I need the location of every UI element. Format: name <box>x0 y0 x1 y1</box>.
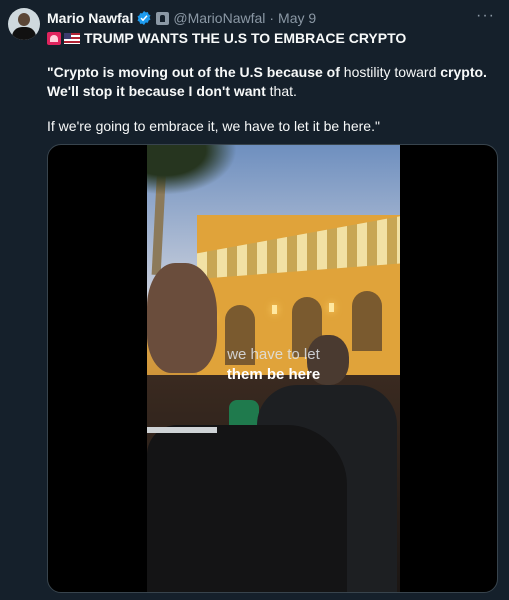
tweet-paragraph-2: If we're going to embrace it, we have to… <box>47 118 380 134</box>
tweet-date[interactable]: May 9 <box>278 10 316 26</box>
caption-line-2: them be here <box>226 366 321 383</box>
siren-emoji-icon <box>47 31 61 45</box>
tweet-headline: TRUMP WANTS THE U.S TO EMBRACE CRYPTO <box>47 30 406 46</box>
avatar[interactable] <box>8 8 40 40</box>
headline-text: TRUMP WANTS THE U.S TO EMBRACE CRYPTO <box>84 30 407 46</box>
paragraph1-part2: hostility toward <box>339 64 441 80</box>
author-handle[interactable]: @MarioNawfal <box>173 10 265 26</box>
author-name[interactable]: Mario Nawfal <box>47 10 133 26</box>
affiliate-badge-icon[interactable] <box>156 11 170 25</box>
video-lamp <box>272 305 277 314</box>
paragraph1-part4: that. <box>265 83 297 99</box>
tweet-header: Mario Nawfal @MarioNawfal · May 9 <box>47 8 316 28</box>
us-flag-emoji-icon <box>64 32 80 44</box>
caption-line-1: we have to let <box>227 346 320 363</box>
avatar-head <box>18 13 30 26</box>
tweet-paragraph-1: "Crypto is moving out of the U.S because… <box>47 63 499 101</box>
video-player[interactable]: we have to let them be here <box>47 144 498 593</box>
paragraph1-part1: "Crypto is moving out of the U.S because… <box>47 64 340 80</box>
avatar-body <box>12 27 36 40</box>
video-caption: we have to let them be here <box>147 345 400 385</box>
video-lamp <box>329 303 334 312</box>
palm-fronds <box>147 145 237 195</box>
more-options-icon[interactable]: ··· <box>476 7 495 25</box>
separator-dot: · <box>269 10 275 26</box>
tweet-card[interactable]: Mario Nawfal @MarioNawfal · May 9 ··· TR… <box>0 0 509 600</box>
person-suit-left <box>147 425 347 592</box>
video-frame[interactable]: we have to let them be here <box>147 145 400 592</box>
video-arch <box>352 291 382 351</box>
verified-badge-icon <box>136 10 152 26</box>
shirt-collar <box>147 427 217 433</box>
